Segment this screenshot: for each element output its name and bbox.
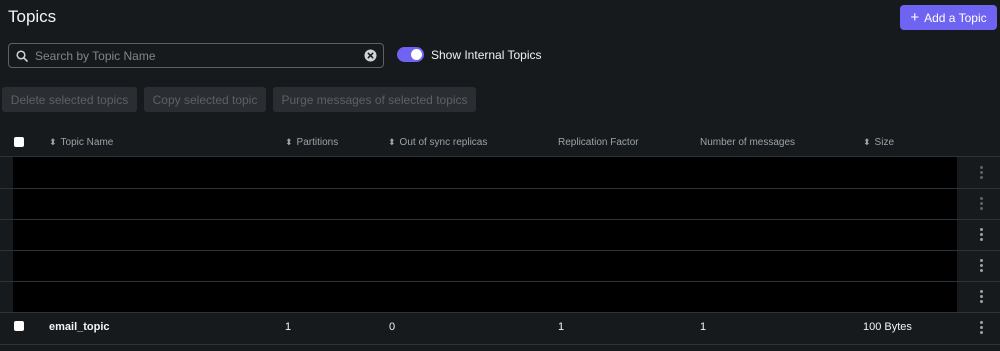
- row-divider: [0, 344, 1000, 345]
- replication-factor-value: 1: [558, 321, 565, 333]
- select-all-checkbox[interactable]: [14, 137, 24, 147]
- out-of-sync-value: 0: [389, 321, 396, 333]
- table-row: email_topic 1 0 1 1 100 Bytes: [0, 312, 1000, 342]
- delete-selected-button[interactable]: Delete selected topics: [2, 87, 137, 112]
- sort-icon: ⬍: [49, 137, 57, 147]
- row-menu-icon[interactable]: [962, 250, 1000, 280]
- copy-selected-button[interactable]: Copy selected topic: [144, 87, 266, 112]
- sort-icon: ⬍: [388, 137, 396, 147]
- page-title: Topics: [8, 7, 57, 26]
- row-menu-icon[interactable]: [962, 281, 1000, 311]
- search-icon: [9, 49, 35, 62]
- row-menu-icon[interactable]: [962, 188, 1000, 218]
- toggle-knob: [411, 49, 422, 60]
- search-input[interactable]: [35, 48, 357, 63]
- search-box: [8, 43, 384, 68]
- row-menu-icon[interactable]: [962, 312, 1000, 342]
- sort-icon: ⬍: [863, 137, 871, 147]
- size-value: 100 Bytes: [863, 321, 912, 333]
- column-replication-factor: Replication Factor: [558, 137, 639, 148]
- row-menu-icon[interactable]: [962, 157, 1000, 187]
- clear-search-icon[interactable]: [357, 49, 383, 62]
- sort-icon: ⬍: [285, 137, 293, 147]
- column-partitions[interactable]: ⬍ Partitions: [285, 137, 338, 148]
- add-topic-label: Add a Topic: [924, 10, 987, 25]
- toggle-label: Show Internal Topics: [431, 47, 542, 62]
- add-topic-button[interactable]: + Add a Topic: [900, 5, 997, 30]
- purge-messages-button[interactable]: Purge messages of selected topics: [273, 87, 476, 112]
- column-number-of-messages: Number of messages: [700, 137, 796, 148]
- show-internal-topics-toggle[interactable]: [397, 47, 424, 62]
- column-topic-name[interactable]: ⬍ Topic Name: [49, 137, 113, 148]
- table-header: ⬍ Topic Name ⬍ Partitions ⬍ Out of sync …: [0, 131, 1000, 157]
- plus-icon: +: [910, 8, 920, 26]
- partitions-value: 1: [285, 321, 292, 333]
- row-divider: [0, 281, 1000, 282]
- row-menu-icon[interactable]: [962, 219, 1000, 249]
- topic-name-link[interactable]: email_topic: [49, 321, 110, 333]
- row-divider: [0, 219, 1000, 220]
- row-divider: [0, 188, 1000, 189]
- row-divider: [0, 250, 1000, 251]
- internal-topics-toggle-group: Show Internal Topics: [397, 47, 542, 62]
- redacted-rows: [13, 157, 957, 312]
- column-size[interactable]: ⬍ Size: [863, 137, 894, 148]
- messages-value: 1: [700, 321, 707, 333]
- column-out-of-sync[interactable]: ⬍ Out of sync replicas: [388, 137, 487, 148]
- row-checkbox[interactable]: [14, 321, 24, 331]
